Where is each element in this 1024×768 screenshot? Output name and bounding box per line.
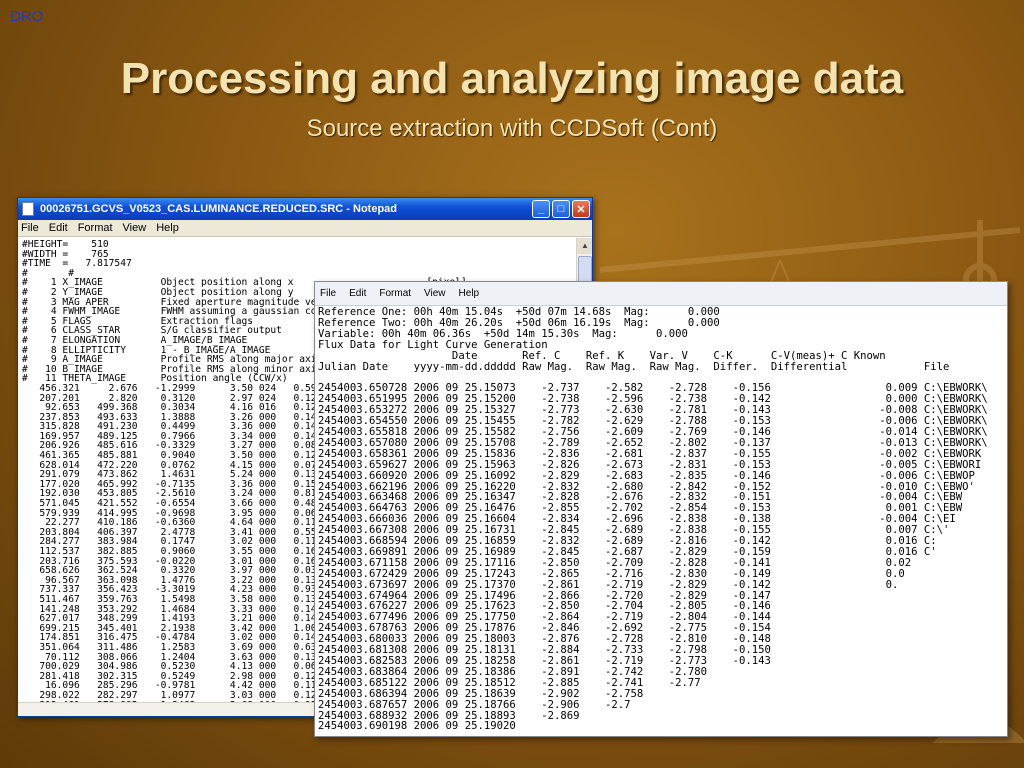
text-line: #TIME = 7.817547 xyxy=(22,258,132,270)
slide-subtitle: Source extraction with CCDSoft (Cont) xyxy=(306,115,718,142)
menu-format[interactable]: Format xyxy=(78,222,113,234)
notepad-title: 00026751.GCVS_V0523_CAS.LUMINANCE.REDUCE… xyxy=(40,203,397,215)
text-line: 2454003.690198 2006 09 25.19020 xyxy=(318,720,516,733)
lightcurve-window[interactable]: File Edit Format View Help Reference One… xyxy=(314,281,1008,737)
lightcurve-menubar: File Edit Format View Help xyxy=(315,282,1007,306)
menu-view[interactable]: View xyxy=(123,222,147,234)
notepad-titlebar[interactable]: 00026751.GCVS_V0523_CAS.LUMINANCE.REDUCE… xyxy=(18,198,592,220)
menu-format[interactable]: Format xyxy=(379,288,411,299)
text-line: Date Ref. C Ref. K Var. V C-K C-V(meas)+… xyxy=(318,349,886,362)
text-line: Flux Data for Light Curve Generation xyxy=(318,338,548,351)
menu-edit[interactable]: Edit xyxy=(349,288,366,299)
menu-help[interactable]: Help xyxy=(156,222,179,234)
minimize-button[interactable]: _ xyxy=(532,200,550,218)
notepad-icon xyxy=(22,202,34,216)
text-line: 2454003.673697 2006 09 25.17370 -2.861 -… xyxy=(318,578,899,591)
menu-file[interactable]: File xyxy=(320,288,336,299)
menu-file[interactable]: File xyxy=(21,222,39,234)
lightcurve-text-area[interactable]: Reference One: 00h 40m 15.04s +50d 07m 1… xyxy=(315,307,1007,736)
menu-view[interactable]: View xyxy=(424,288,446,299)
text-line: 2454003.660920 2006 09 25.16092 -2.829 -… xyxy=(318,469,975,482)
scroll-up-icon[interactable]: ▲ xyxy=(577,238,592,254)
notepad-menubar: File Edit Format View Help xyxy=(18,220,592,237)
menu-help[interactable]: Help xyxy=(459,288,480,299)
slide-title: Processing and analyzing image data xyxy=(120,54,904,103)
corner-label: DRO xyxy=(10,8,44,25)
text-line: Julian Date yyyy-mm-dd.ddddd Raw Mag. Ra… xyxy=(318,360,950,373)
text-line: 2454003.686394 2006 09 25.18639 -2.902 -… xyxy=(318,687,644,700)
text-line: 2454003.687657 2006 09 25.18766 -2.906 -… xyxy=(318,698,631,711)
maximize-button[interactable]: □ xyxy=(552,200,570,218)
close-button[interactable]: ✕ xyxy=(572,200,590,218)
text-line: 2454003.659627 2006 09 25.15963 -2.826 -… xyxy=(318,458,982,471)
menu-edit[interactable]: Edit xyxy=(49,222,68,234)
